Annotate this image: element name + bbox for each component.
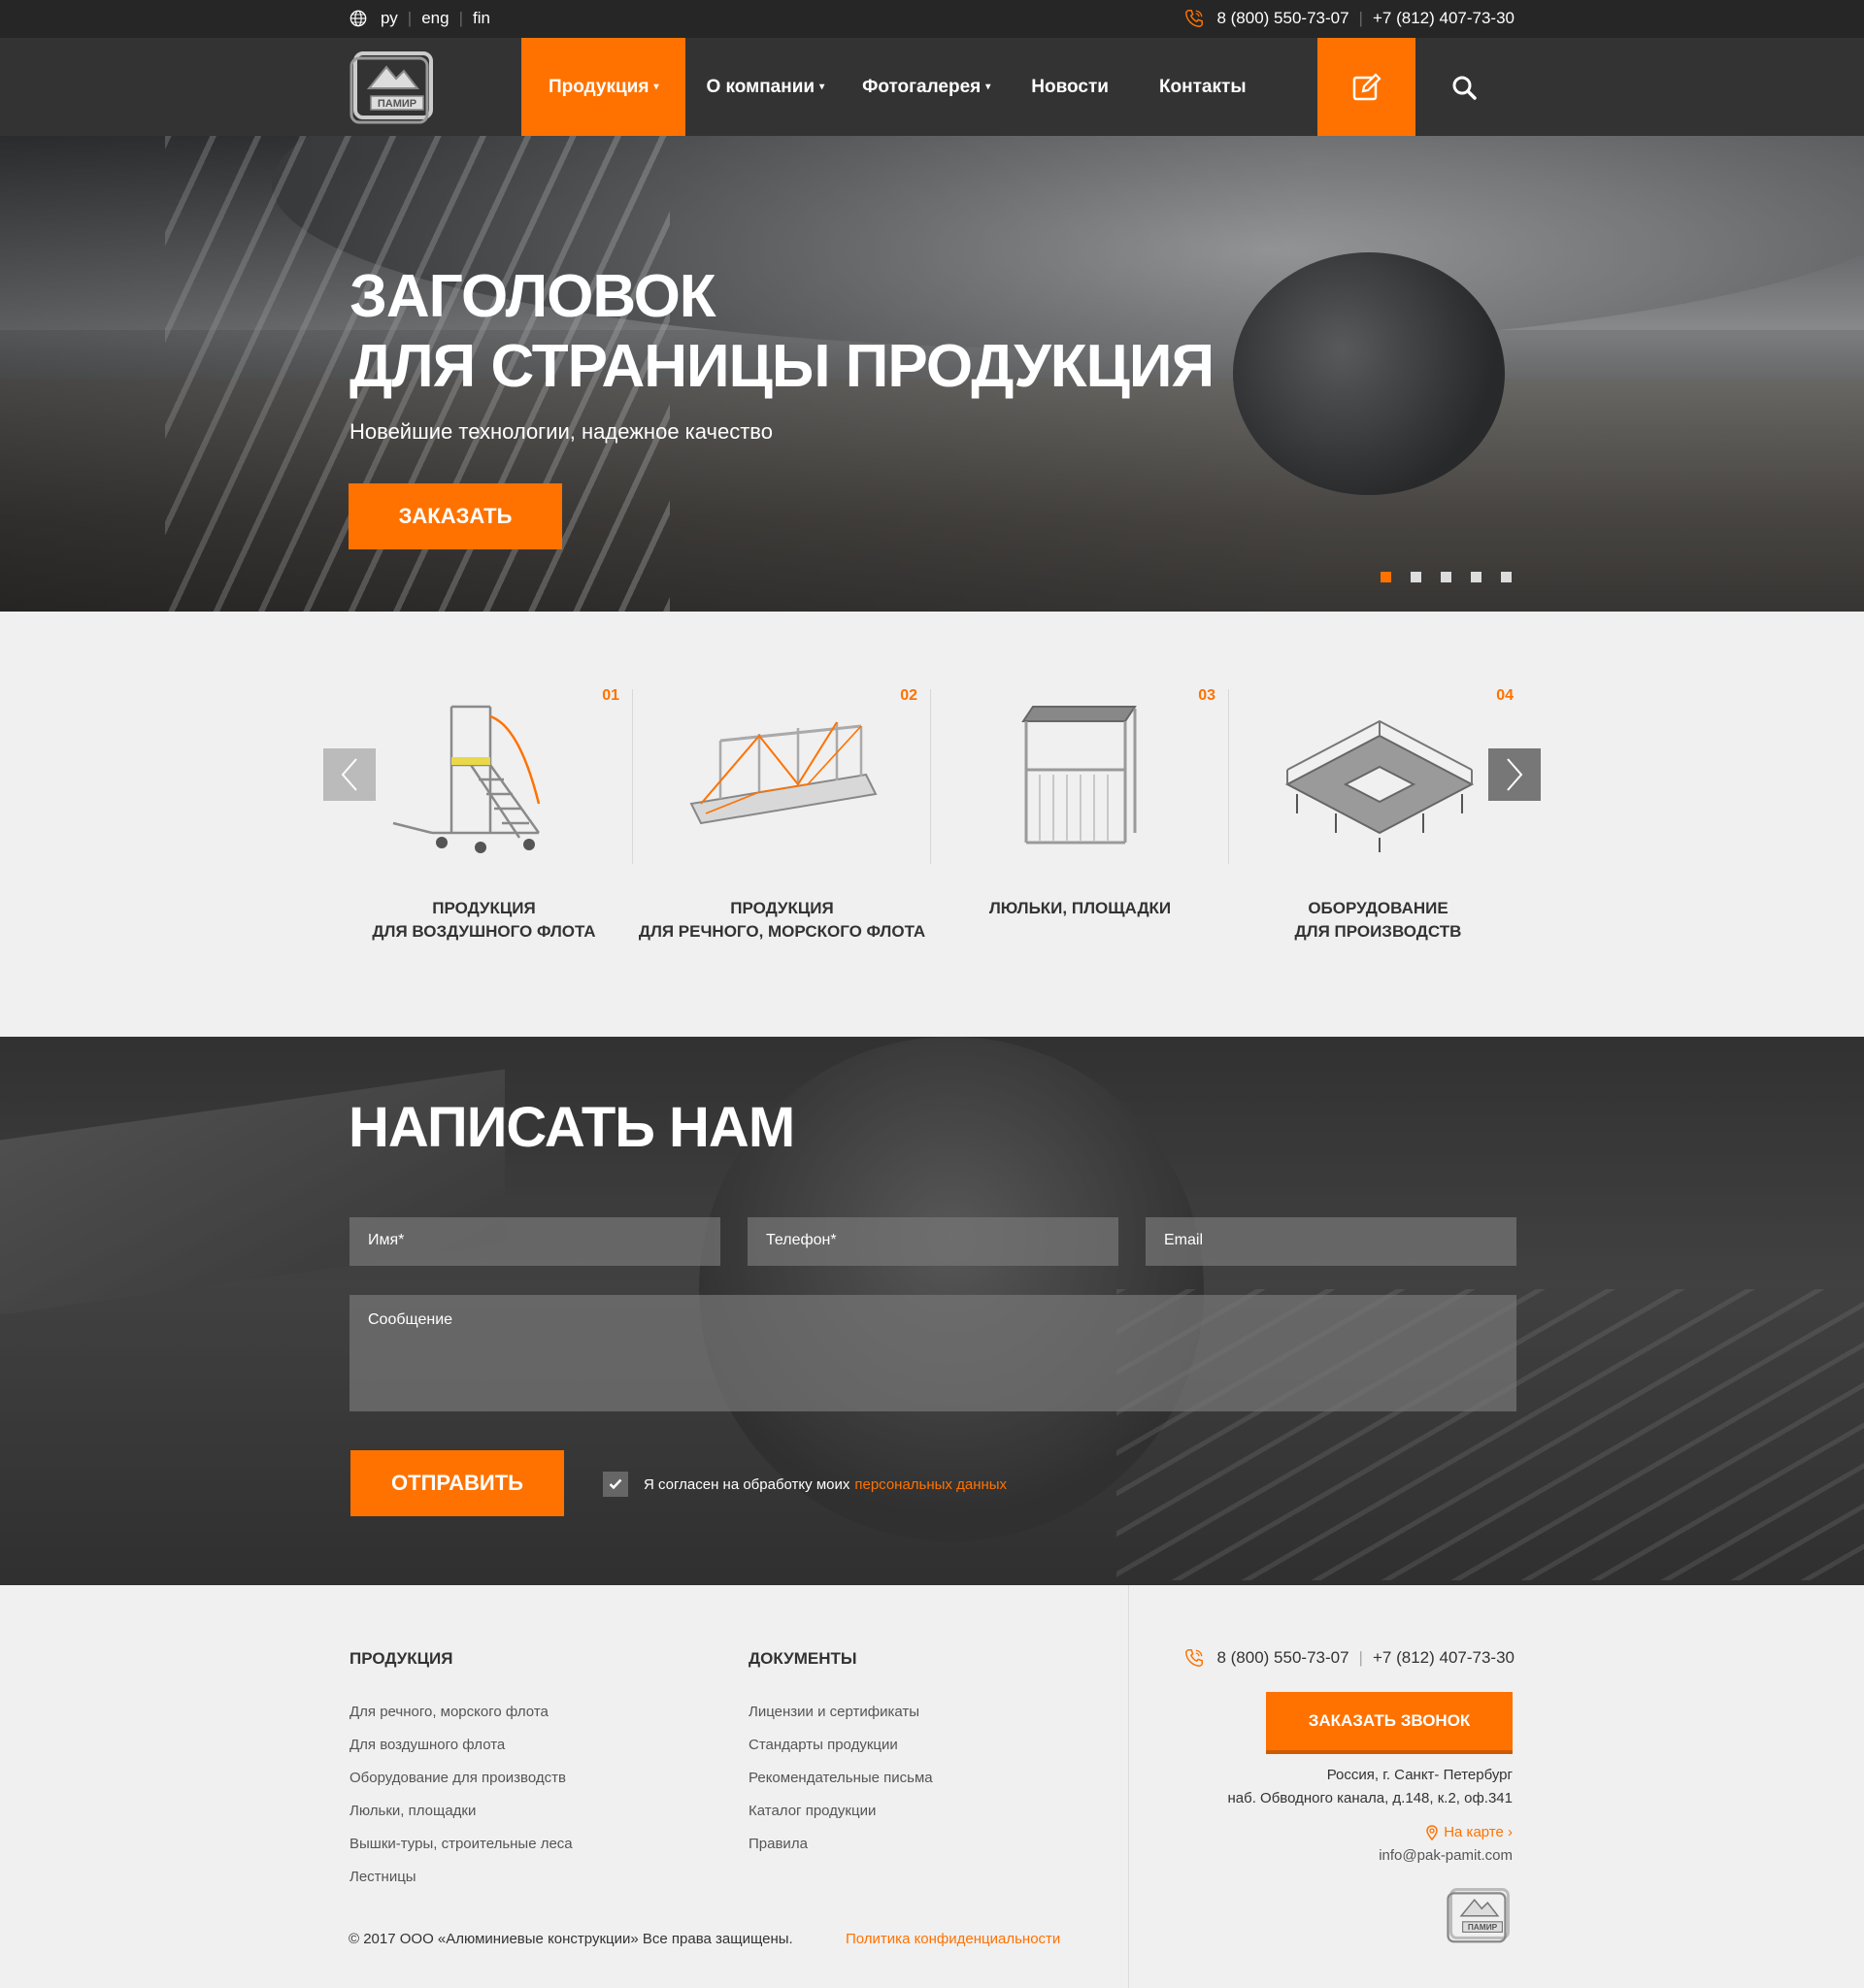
- nav-item-products[interactable]: Продукция ▾: [521, 38, 686, 136]
- footer-phone-2[interactable]: +7 (812) 407-73-30: [1373, 1648, 1514, 1668]
- footer-products-column: ПРОДУКЦИЯ Для речного, морского флота Дл…: [350, 1649, 573, 1902]
- logo-text: ПАМИР: [378, 98, 416, 110]
- footer-link[interactable]: Для речного, морского флота: [350, 1704, 573, 1720]
- product-card-river-fleet[interactable]: 02 ПРОДУКЦИЯ ДЛЯ РЕЧНОГО, МОРСКОГО ФЛОТА: [633, 687, 931, 980]
- product-number: 01: [602, 687, 619, 704]
- order-button[interactable]: ЗАКАЗАТЬ: [349, 483, 562, 549]
- phone-field[interactable]: Телефон*: [748, 1217, 1118, 1266]
- footer-link[interactable]: Каталог продукции: [749, 1803, 933, 1819]
- product-title: ОБОРУДОВАНИЕ ДЛЯ ПРОИЗВОДСТВ: [1294, 899, 1462, 941]
- address: Россия, г. Санкт- Петербург наб. Обводно…: [1227, 1767, 1513, 1806]
- consent-text: Я согласен на обработку моих: [644, 1475, 850, 1493]
- top-phones: 8 (800) 550-73-07 | +7 (812) 407-73-30: [1183, 8, 1514, 29]
- svg-text:ПАМИР: ПАМИР: [1468, 1922, 1498, 1932]
- company-logo[interactable]: ПАМИР: [350, 50, 437, 125]
- edit-icon: [1352, 72, 1381, 100]
- top-bar: ру | eng | fin 8 (800) 550-73-07 | +7 (8…: [0, 0, 1864, 38]
- footer-column-title: ПРОДУКЦИЯ: [350, 1649, 453, 1668]
- mobile-ladder-image: [392, 705, 541, 853]
- footer-email[interactable]: info@pak-pamit.com: [1379, 1847, 1513, 1864]
- search-icon: [1452, 76, 1477, 100]
- footer-link[interactable]: Для воздушного флота: [350, 1737, 573, 1753]
- product-number: 03: [1198, 687, 1215, 704]
- hero-slider: ЗАГОЛОВОК ДЛЯ СТРАНИЦЫ ПРОДУКЦИЯ Новейши…: [0, 136, 1864, 612]
- product-card-production[interactable]: 04 ОБОРУДОВАНИЕ ДЛЯ ПРОИЗВОДСТВ: [1229, 687, 1527, 980]
- product-card-cradles[interactable]: 03 ЛЮЛЬКИ, ПЛОЩАДКИ: [931, 687, 1229, 980]
- slider-dot[interactable]: [1441, 572, 1451, 582]
- globe-icon: [350, 10, 367, 27]
- consent-row: Я согласен на обработку моих персональны…: [603, 1472, 1007, 1497]
- footer-documents-column: ДОКУМЕНТЫ Лицензии и сертификаты Стандар…: [749, 1649, 933, 1869]
- hero-subtitle: Новейшие технологии, надежное качество: [350, 419, 773, 444]
- cradle-platform-image: [1021, 706, 1137, 845]
- product-carousel: 01 ПРОДУКЦИЯ ДЛЯ ВОЗДУШНОГО ФЛОТА 02 ПРО…: [0, 612, 1864, 1037]
- footer-phones: 8 (800) 550-73-07 | +7 (812) 407-73-30: [1183, 1647, 1514, 1669]
- message-field[interactable]: Сообщение: [350, 1295, 1516, 1411]
- map-pin-icon: [1426, 1824, 1438, 1840]
- request-call-button[interactable]: ЗАКАЗАТЬ ЗВОНОК: [1266, 1692, 1513, 1750]
- slider-dot[interactable]: [1381, 572, 1391, 582]
- product-title: ПРОДУКЦИЯ ДЛЯ ВОЗДУШНОГО ФЛОТА: [372, 899, 596, 941]
- footer-link[interactable]: Стандарты продукции: [749, 1737, 933, 1753]
- product-number: 04: [1496, 687, 1514, 704]
- contact-title: НАПИСАТЬ НАМ: [349, 1096, 795, 1159]
- write-us-button[interactable]: [1317, 38, 1415, 136]
- chevron-down-icon: ▾: [985, 82, 991, 92]
- footer-link[interactable]: Рекомендательные письма: [749, 1770, 933, 1786]
- map-link[interactable]: На карте ›: [1426, 1824, 1513, 1840]
- footer-link[interactable]: Оборудование для производств: [350, 1770, 573, 1786]
- footer-link[interactable]: Лестницы: [350, 1869, 573, 1885]
- footer-link[interactable]: Вышки-туры, строительные леса: [350, 1836, 573, 1852]
- phone-1[interactable]: 8 (800) 550-73-07: [1216, 9, 1348, 28]
- main-menu: Продукция ▾ О компании ▾ Фотогалерея ▾ Ново…: [521, 38, 1268, 136]
- slider-dot[interactable]: [1471, 572, 1481, 582]
- lang-eng[interactable]: eng: [421, 9, 449, 28]
- footer-link[interactable]: Правила: [749, 1836, 933, 1852]
- lang-separator: |: [407, 9, 413, 27]
- product-title: ЛЮЛЬКИ, ПЛОЩАДКИ: [988, 899, 1172, 917]
- product-list: 01 ПРОДУКЦИЯ ДЛЯ ВОЗДУШНОГО ФЛОТА 02 ПРО…: [335, 687, 1529, 980]
- check-icon: [609, 1478, 622, 1490]
- chevron-down-icon: ▾: [653, 82, 659, 92]
- phone-icon: [1185, 1649, 1204, 1667]
- footer: ПРОДУКЦИЯ Для речного, морского флота Дл…: [0, 1585, 1864, 1988]
- slider-dot[interactable]: [1411, 572, 1421, 582]
- email-field[interactable]: Email: [1146, 1217, 1516, 1266]
- footer-link[interactable]: Люльки, площадки: [350, 1803, 573, 1819]
- lang-separator: |: [458, 9, 463, 27]
- hero-title: ЗАГОЛОВОК ДЛЯ СТРАНИЦЫ ПРОДУКЦИЯ: [350, 263, 1215, 400]
- main-navbar: ПАМИР Продукция ▾ О компании ▾ Фотогалерея…: [0, 38, 1864, 136]
- product-number: 02: [900, 687, 917, 704]
- industrial-platform-image: [1284, 719, 1475, 852]
- nav-item-news[interactable]: Новости: [1010, 38, 1132, 136]
- phone-icon: [1185, 10, 1204, 27]
- contact-section: НАПИСАТЬ НАМ Имя* Телефон* Email Сообщен…: [0, 1037, 1864, 1585]
- name-field[interactable]: Имя*: [350, 1217, 720, 1266]
- footer-column-title: ДОКУМЕНТЫ: [749, 1649, 857, 1668]
- lang-fin[interactable]: fin: [473, 9, 490, 28]
- footer-link[interactable]: Лицензии и сертификаты: [749, 1704, 933, 1720]
- phone-2[interactable]: +7 (812) 407-73-30: [1373, 9, 1514, 28]
- gangway-image: [689, 721, 878, 825]
- personal-data-link[interactable]: персональных данных: [854, 1476, 1007, 1493]
- copyright: © 2017 ООО «Алюминиевые конструкции» Все…: [349, 1931, 793, 1947]
- chevron-down-icon: ▾: [819, 82, 825, 92]
- nav-item-contacts[interactable]: Контакты: [1132, 38, 1268, 136]
- phone-separator: |: [1358, 1648, 1363, 1667]
- language-switcher: ру | eng | fin: [350, 8, 490, 29]
- product-card-air-fleet[interactable]: 01 ПРОДУКЦИЯ ДЛЯ ВОЗДУШНОГО ФЛОТА: [335, 687, 633, 980]
- product-title: ПРОДУКЦИЯ ДЛЯ РЕЧНОГО, МОРСКОГО ФЛОТА: [638, 899, 926, 941]
- slider-dots: [1381, 572, 1531, 582]
- consent-checkbox[interactable]: [603, 1472, 628, 1497]
- lang-ru[interactable]: ру: [381, 9, 398, 28]
- phone-separator: |: [1358, 9, 1363, 27]
- send-button[interactable]: ОТПРАВИТЬ: [350, 1450, 564, 1516]
- slider-dot[interactable]: [1501, 572, 1512, 582]
- nav-item-about[interactable]: О компании ▾: [685, 38, 838, 136]
- nav-item-gallery[interactable]: Фотогалерея ▾: [838, 38, 1010, 136]
- footer-logo: ПАМИР: [1447, 1888, 1510, 1943]
- footer-phone-1[interactable]: 8 (800) 550-73-07: [1216, 1648, 1348, 1668]
- search-button[interactable]: [1447, 38, 1481, 136]
- privacy-policy-link[interactable]: Политика конфиденциальности: [846, 1931, 1060, 1947]
